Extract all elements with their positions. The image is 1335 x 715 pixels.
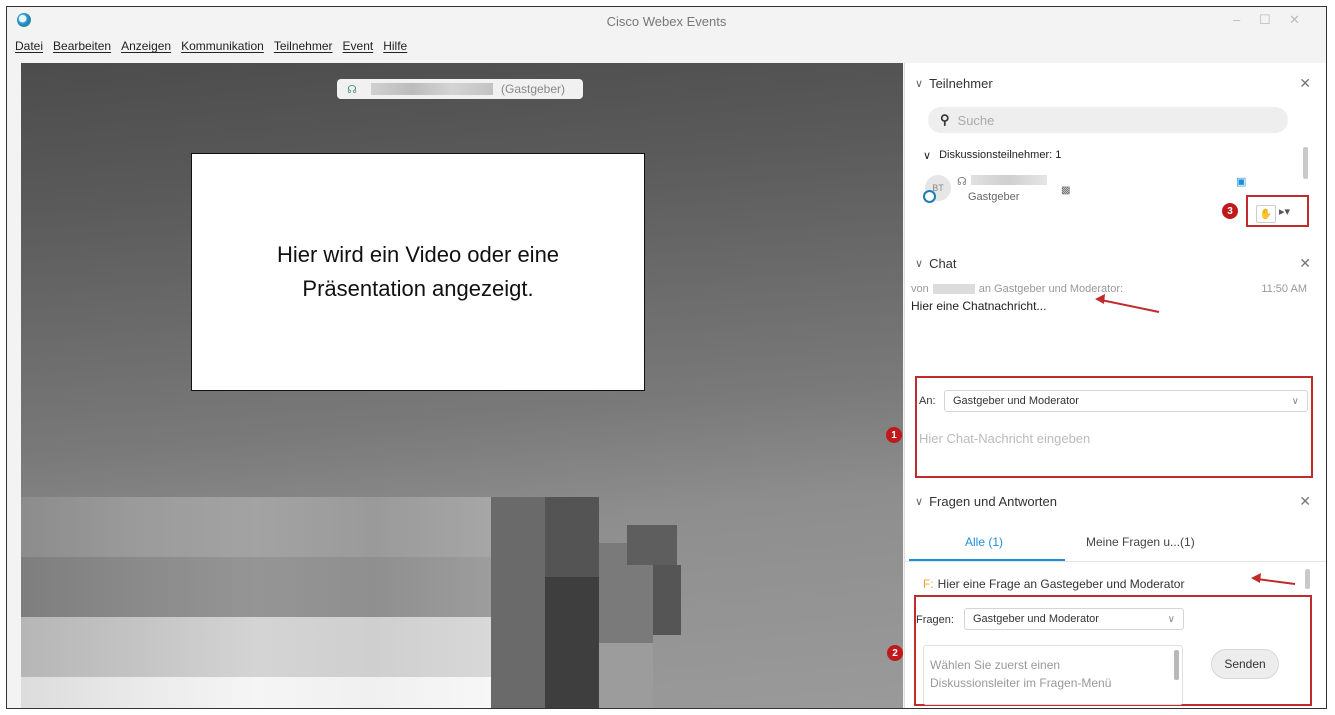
host-role-label: (Gastgeber) xyxy=(501,82,566,96)
menu-teilnehmer[interactable]: Teilnehmer xyxy=(274,39,333,59)
video-stage[interactable]: ☊ (Gastgeber) Hier wird ein Video oder e… xyxy=(21,63,903,708)
avatar: BT xyxy=(923,175,951,203)
chevron-down-icon[interactable]: ∨ xyxy=(915,257,923,270)
close-icon[interactable]: ✕ xyxy=(1299,493,1311,510)
qa-header[interactable]: ∨ Fragen und Antworten ✕ xyxy=(905,487,1326,515)
chevron-down-icon: ∨ xyxy=(1167,613,1175,625)
pixelated-area xyxy=(627,525,677,565)
chat-input[interactable]: Hier Chat-Nachricht eingeben xyxy=(919,431,1090,446)
speaker-dropdown-icon[interactable]: ▸▾ xyxy=(1279,205,1290,218)
app-window: Cisco Webex Events – ☐ ✕ Datei Bearbeite… xyxy=(6,6,1327,709)
pixelated-area xyxy=(599,643,653,708)
search-icon: ⚲ xyxy=(940,112,950,127)
chat-recipient-value: Gastgeber und Moderator xyxy=(953,395,1079,407)
participant-role: Gastgeber xyxy=(968,191,1020,203)
qa-scrollbar[interactable] xyxy=(1305,569,1310,589)
host-name-badge: ☊ (Gastgeber) xyxy=(337,79,583,99)
question-input[interactable]: Wählen Sie zuerst einen Diskussionsleite… xyxy=(923,645,1183,705)
menu-anzeigen[interactable]: Anzeigen xyxy=(121,39,171,59)
annotation-marker-2: 2 xyxy=(887,645,903,661)
question-item[interactable]: F: Hier eine Frage an Gastegeber und Mod… xyxy=(923,577,1184,591)
question-input-line1: Wählen Sie zuerst einen xyxy=(930,658,1061,672)
menu-bar: Datei Bearbeiten Anzeigen Kommunikation … xyxy=(7,39,1326,59)
annotation-marker-3: 3 xyxy=(1222,203,1238,219)
chat-recipient: an Gastgeber und Moderator: xyxy=(978,283,1124,295)
redacted-sender xyxy=(932,284,975,294)
menu-event[interactable]: Event xyxy=(343,39,374,59)
chevron-down-icon[interactable]: ∨ xyxy=(915,495,923,508)
presentation-text-line2: Präsentation angezeigt. xyxy=(302,276,534,301)
panelist-group-label: Diskussionsteilnehmer: 1 xyxy=(939,149,1062,161)
chat-recipient-select[interactable]: Gastgeber und Moderator ∨ xyxy=(944,390,1308,412)
ask-recipient-value: Gastgeber und Moderator xyxy=(973,613,1099,625)
pixelated-area xyxy=(545,497,599,577)
arrow-line-question xyxy=(1256,578,1296,585)
question-input-line2: Diskussionsleiter im Fragen-Menü xyxy=(930,676,1112,690)
pixelated-area xyxy=(545,577,599,708)
redacted-name xyxy=(371,83,493,95)
window-title: Cisco Webex Events xyxy=(606,14,727,29)
raise-hand-icon[interactable]: ✋ xyxy=(1256,205,1276,223)
panelist-group[interactable]: ∨ Diskussionsteilnehmer: 1 xyxy=(923,149,1061,162)
pixelated-area xyxy=(21,677,491,708)
title-bar: Cisco Webex Events – ☐ ✕ xyxy=(7,7,1326,37)
menu-kommunikation[interactable]: Kommunikation xyxy=(181,39,264,59)
qa-title: Fragen und Antworten xyxy=(929,493,1057,509)
participants-title: Teilnehmer xyxy=(929,75,993,91)
pixelated-area xyxy=(653,565,681,635)
chevron-down-icon[interactable]: ∨ xyxy=(923,149,931,162)
chevron-down-icon: ∨ xyxy=(1291,395,1299,407)
presence-ring-icon xyxy=(923,190,936,203)
arrow-head-question xyxy=(1251,573,1261,583)
chat-header[interactable]: ∨ Chat ✕ xyxy=(905,249,1326,277)
participants-header[interactable]: ∨ Teilnehmer ✕ xyxy=(905,69,1326,97)
arrow-head-chat xyxy=(1095,294,1105,304)
pixelated-area xyxy=(21,617,491,677)
tab-my-questions[interactable]: Meine Fragen u...(1) xyxy=(1086,535,1195,549)
question-text: Hier eine Frage an Gastegeber und Modera… xyxy=(937,577,1185,591)
chat-title: Chat xyxy=(929,255,957,271)
redacted-participant-name xyxy=(971,175,1047,185)
ask-recipient-select[interactable]: Gastgeber und Moderator ∨ xyxy=(964,608,1184,630)
headset-icon: ☊ xyxy=(957,176,967,188)
menu-bearbeiten[interactable]: Bearbeiten xyxy=(53,39,111,59)
search-placeholder: Suche xyxy=(957,112,995,128)
close-window-button[interactable]: ✕ xyxy=(1289,12,1300,28)
side-panel: ∨ Teilnehmer ✕ ⚲ Suche ∨ Diskussionsteil… xyxy=(886,63,1326,708)
chat-to-label: An: xyxy=(919,395,936,407)
tab-all[interactable]: Alle (1) xyxy=(965,535,1003,549)
video-camera-icon[interactable]: ▣ xyxy=(1236,175,1246,188)
annotation-marker-1: 1 xyxy=(886,427,902,443)
pixelated-area xyxy=(491,497,545,708)
ask-label: Fragen: xyxy=(916,614,954,626)
maximize-button[interactable]: ☐ xyxy=(1259,12,1271,28)
minimize-button[interactable]: – xyxy=(1233,12,1240,27)
menu-hilfe[interactable]: Hilfe xyxy=(383,39,407,59)
tab-divider xyxy=(905,561,1326,562)
pixelated-area xyxy=(21,557,491,617)
send-question-button[interactable]: Senden xyxy=(1211,649,1279,679)
chat-from-prefix: von xyxy=(911,283,929,295)
presentation-placeholder: Hier wird ein Video oder eine Präsentati… xyxy=(191,153,645,391)
chat-message: Hier eine Chatnachricht... xyxy=(911,299,1047,313)
participant-search-input[interactable]: ⚲ Suche xyxy=(928,107,1288,133)
signal-strength-icon: ▩ xyxy=(1061,185,1071,196)
chat-message-meta: von an Gastgeber und Moderator: xyxy=(911,283,1123,295)
close-icon[interactable]: ✕ xyxy=(1299,75,1311,92)
arrow-line-chat xyxy=(1100,299,1160,313)
headset-icon: ☊ xyxy=(347,83,357,96)
presentation-text-line1: Hier wird ein Video oder eine xyxy=(276,242,560,267)
chat-time: 11:50 AM xyxy=(1261,283,1307,295)
pixelated-area xyxy=(21,497,491,557)
chevron-down-icon[interactable]: ∨ xyxy=(915,77,923,90)
participants-scrollbar[interactable] xyxy=(1303,147,1308,179)
menu-datei[interactable]: Datei xyxy=(15,39,43,59)
close-icon[interactable]: ✕ xyxy=(1299,255,1311,272)
question-input-scrollbar[interactable] xyxy=(1174,650,1179,680)
question-prefix: F: xyxy=(923,577,934,591)
